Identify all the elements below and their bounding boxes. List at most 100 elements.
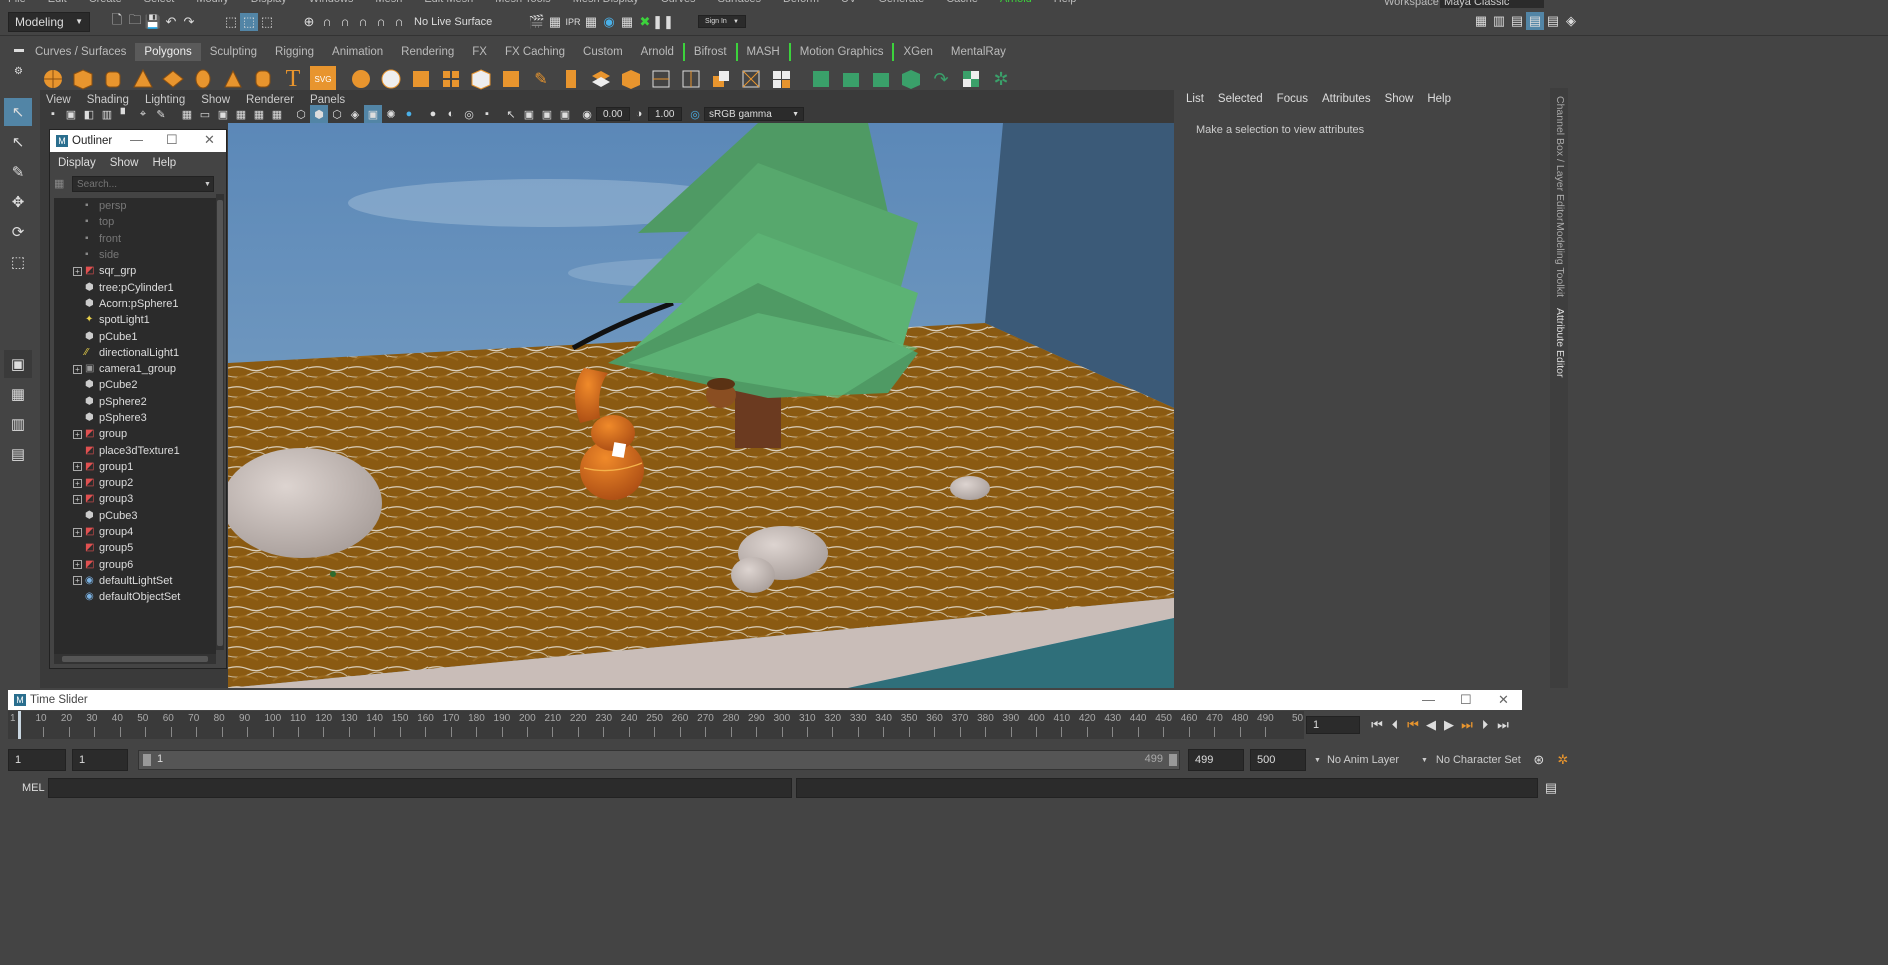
- outliner-item[interactable]: + ◩ group4: [54, 524, 216, 540]
- insert-edge-loop-icon[interactable]: [648, 66, 674, 92]
- xray-components-icon[interactable]: ▣: [556, 105, 574, 123]
- filter-icon[interactable]: ▦: [54, 177, 68, 191]
- fill-hole-icon[interactable]: [618, 66, 644, 92]
- motion-blur-icon[interactable]: ◐: [442, 105, 460, 123]
- uv-automatic-icon[interactable]: [898, 66, 924, 92]
- snap-grid-icon[interactable]: ⊕: [300, 13, 318, 31]
- bevel-icon[interactable]: [498, 66, 524, 92]
- poly-cone-icon[interactable]: [130, 66, 156, 92]
- animation-preferences-icon[interactable]: ✲: [1554, 751, 1572, 769]
- layout-panels-icon[interactable]: ▥: [1490, 12, 1508, 30]
- channel-box-toggle-icon[interactable]: ▤: [1508, 12, 1526, 30]
- pause-icon[interactable]: ❚❚: [652, 13, 674, 31]
- expand-icon[interactable]: +: [73, 576, 82, 586]
- shelf-tab-fx[interactable]: FX: [463, 43, 496, 61]
- colorspace-select[interactable]: sRGB gamma ▼: [704, 107, 804, 121]
- shadows-icon[interactable]: ●: [400, 105, 418, 123]
- uv-cylindrical-icon[interactable]: [838, 66, 864, 92]
- open-scene-icon[interactable]: 🗀: [126, 12, 144, 31]
- poly-sphere-icon[interactable]: [40, 66, 66, 92]
- playback-end-field[interactable]: 499: [1188, 749, 1244, 771]
- anim-layer-label[interactable]: No Anim Layer: [1327, 754, 1417, 766]
- attribute-menu-attributes[interactable]: Attributes: [1322, 93, 1371, 105]
- poly-pipe-icon[interactable]: [250, 66, 276, 92]
- outliner-item[interactable]: ▪ front: [54, 231, 216, 247]
- maximize-icon[interactable]: ☐: [166, 132, 178, 148]
- combine-icon[interactable]: [348, 66, 374, 92]
- shelf-tab-xgen[interactable]: XGen: [892, 43, 941, 61]
- scale-tool-icon[interactable]: ⬚: [4, 248, 32, 276]
- outliner-menu-display[interactable]: Display: [58, 157, 96, 169]
- render-frame-icon[interactable]: ▦: [546, 13, 564, 31]
- snap-point-icon[interactable]: ∩: [336, 13, 354, 31]
- minimize-icon[interactable]: —: [1422, 692, 1435, 707]
- workspace-select[interactable]: Maya Classic: [1440, 0, 1544, 8]
- step-forward-key-icon[interactable]: ⏭: [1458, 716, 1476, 734]
- smooth-icon[interactable]: [408, 66, 434, 92]
- menu-edit-mesh[interactable]: Edit Mesh: [424, 0, 473, 5]
- outliner-item[interactable]: ◩ place3dTexture1: [54, 442, 216, 458]
- expand-icon[interactable]: +: [73, 494, 82, 504]
- menu-cache[interactable]: Cache: [946, 0, 978, 5]
- ipr-render-icon[interactable]: IPR: [564, 13, 582, 31]
- expand-icon[interactable]: +: [73, 478, 82, 488]
- outliner-item[interactable]: ⬢ pCube2: [54, 377, 216, 393]
- field-chart-icon[interactable]: ▦: [250, 105, 268, 123]
- gamma-icon[interactable]: ◑: [630, 105, 648, 123]
- attribute-menu-list[interactable]: List: [1186, 93, 1204, 105]
- redo-icon[interactable]: ↷: [180, 13, 198, 31]
- keyframe-settings-icon[interactable]: ⊛: [1530, 751, 1548, 769]
- live-surface-label[interactable]: No Live Surface: [414, 16, 498, 28]
- shelf-tab-custom[interactable]: Custom: [574, 43, 632, 61]
- multi-cut-icon[interactable]: ✎: [528, 66, 554, 92]
- undo-icon[interactable]: ↶: [162, 13, 180, 31]
- outliner-layout-icon[interactable]: ▤: [4, 440, 32, 468]
- attribute-menu-selected[interactable]: Selected: [1218, 93, 1263, 105]
- resolution-gate-icon[interactable]: ▣: [214, 105, 232, 123]
- smooth-shade-icon[interactable]: ⬢: [310, 105, 328, 123]
- poly-plane-icon[interactable]: [160, 66, 186, 92]
- extrude-icon[interactable]: [468, 66, 494, 92]
- poly-torus-icon[interactable]: [190, 66, 216, 92]
- save-scene-icon[interactable]: 💾: [144, 13, 162, 31]
- menu-modify[interactable]: Modify: [196, 0, 228, 5]
- two-pane-layout-icon[interactable]: ▥: [4, 410, 32, 438]
- color-management-icon[interactable]: ◎: [686, 105, 704, 123]
- poly-cube-icon[interactable]: [70, 66, 96, 92]
- outliner-item[interactable]: ◉ defaultObjectSet: [54, 589, 216, 605]
- poly-svg-icon[interactable]: SVG: [310, 66, 336, 92]
- four-pane-layout-icon[interactable]: ▦: [4, 380, 32, 408]
- paint-select-tool-icon[interactable]: ✎: [4, 158, 32, 186]
- range-handle-left[interactable]: [143, 754, 151, 766]
- gate-mask-icon[interactable]: ▦: [232, 105, 250, 123]
- outliner-vscroll[interactable]: [216, 194, 224, 650]
- play-forwards-icon[interactable]: ▶: [1440, 716, 1458, 734]
- shelf-tab-rigging[interactable]: Rigging: [266, 43, 323, 61]
- rotate-tool-icon[interactable]: ⟳: [4, 218, 32, 246]
- shelf-tab-polygons[interactable]: Polygons: [135, 43, 201, 61]
- menu-curves[interactable]: Curves: [661, 0, 696, 5]
- expand-icon[interactable]: +: [73, 429, 82, 439]
- menu-surfaces[interactable]: Surfaces: [718, 0, 761, 5]
- 2d-pan-zoom-icon[interactable]: ⌖: [134, 105, 152, 123]
- film-gate-icon[interactable]: ▭: [196, 105, 214, 123]
- wireframe-on-shaded-icon[interactable]: ⬡: [328, 105, 346, 123]
- isolate-select-icon[interactable]: ↖: [502, 105, 520, 123]
- separate-icon[interactable]: [378, 66, 404, 92]
- outliner-item[interactable]: ✦ spotLight1: [54, 312, 216, 328]
- shelf-tab-arnold[interactable]: Arnold: [632, 43, 683, 61]
- chevron-down-icon[interactable]: ▼: [1314, 757, 1321, 764]
- outliner-menu-show[interactable]: Show: [110, 157, 139, 169]
- xray-icon[interactable]: ▣: [520, 105, 538, 123]
- hypershade-icon[interactable]: ◉: [600, 13, 618, 31]
- shelf-tab-mentalray[interactable]: MentalRay: [942, 43, 1015, 61]
- menu-mesh[interactable]: Mesh: [375, 0, 402, 5]
- target-weld-icon[interactable]: [738, 66, 764, 92]
- uv-editor-icon[interactable]: ✲: [988, 66, 1014, 92]
- menu-deform[interactable]: Deform: [783, 0, 819, 5]
- outliner-search-input[interactable]: [72, 176, 214, 192]
- outliner-item[interactable]: ▪ persp: [54, 198, 216, 214]
- sign-in-button[interactable]: Sign In ▼: [698, 15, 746, 28]
- safe-action-icon[interactable]: ▦: [268, 105, 286, 123]
- camera-attributes-icon[interactable]: ▣: [62, 105, 80, 123]
